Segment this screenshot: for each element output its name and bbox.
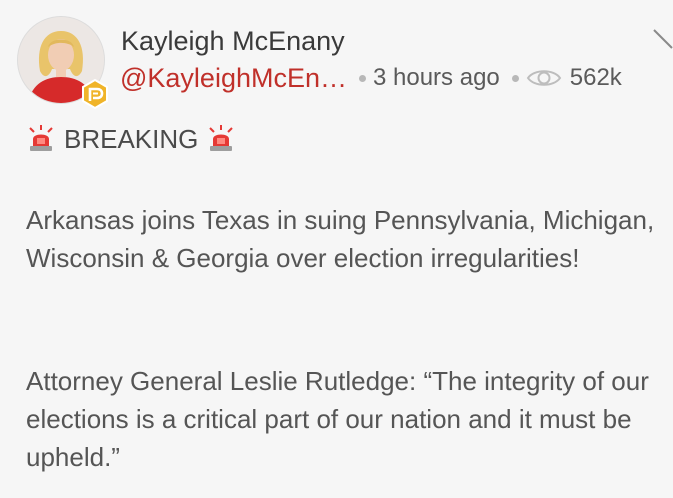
separator-dot — [359, 74, 366, 82]
rotating-light-icon — [26, 124, 56, 154]
display-name[interactable]: Kayleigh McEnany — [121, 26, 345, 57]
post-paragraph: Arkansas joins Texas in suing Pennsylvan… — [26, 205, 655, 273]
user-handle[interactable]: @KayleighMcEn… — [120, 63, 347, 94]
post-meta: @KayleighMcEn… 3 hours ago 562k — [120, 61, 622, 95]
rotating-light-icon — [206, 124, 236, 154]
breaking-label: BREAKING — [64, 123, 199, 154]
breaking-line: BREAKING — [26, 121, 236, 157]
post-paragraph: Attorney General Leslie Rutledge: “The i… — [26, 366, 649, 472]
chevron-down-icon[interactable] — [650, 26, 673, 56]
separator-dot — [511, 74, 519, 82]
post-card: Kayleigh McEnany @KayleighMcEn… 3 hours … — [0, 0, 673, 498]
timestamp: 3 hours ago — [373, 64, 500, 91]
parler-verified-badge-icon — [80, 78, 110, 110]
eye-icon — [526, 67, 562, 89]
avatar-container[interactable] — [18, 17, 108, 110]
view-count: 562k — [569, 64, 622, 91]
